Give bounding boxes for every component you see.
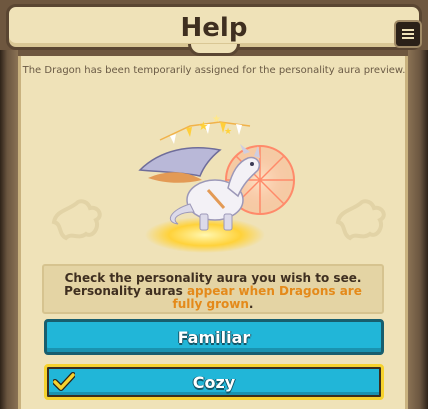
info-note: Personality auras appear when Dragons ar… (44, 285, 382, 311)
leaf-decoration-left (51, 199, 102, 241)
menu-icon (402, 28, 414, 40)
aura-option-label: Familiar (177, 328, 251, 347)
menu-button[interactable] (394, 20, 422, 48)
aura-option-label: Cozy (192, 373, 236, 392)
aura-option-cozy[interactable]: Cozy (44, 364, 384, 400)
info-instruction: Check the personality aura you wish to s… (64, 271, 362, 285)
info-note-end: . (248, 297, 254, 311)
frame-left-border (0, 50, 18, 409)
info-note-highlight: appear when Dragons are fully grown (172, 284, 362, 311)
svg-text:★: ★ (212, 114, 221, 125)
leaf-decoration-right (335, 199, 386, 241)
info-box: Check the personality aura you wish to s… (42, 264, 384, 314)
title-tab-notch (188, 44, 240, 56)
info-note-text: Personality auras (64, 284, 187, 298)
frame-right-border (408, 50, 428, 409)
dragon-aura-preview: ★ ★ ★ (138, 114, 295, 253)
page-title: Help (180, 13, 248, 43)
preview-notice: The Dragon has been temporarily assigned… (22, 65, 406, 76)
aura-option-familiar[interactable]: Familiar (44, 319, 384, 355)
svg-text:★: ★ (198, 119, 209, 133)
svg-text:★: ★ (224, 127, 232, 137)
